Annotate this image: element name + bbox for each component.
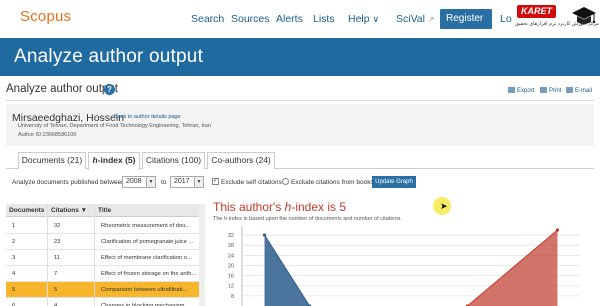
tab-citations[interactable]: Citations (100): [142, 152, 205, 169]
author-affiliation: University of Tehran, Department of Food…: [18, 123, 211, 129]
tab-h-index[interactable]: h-index (5): [88, 152, 140, 170]
y-tick-label: 28: [228, 243, 234, 249]
y-tick-label: 8: [231, 294, 234, 300]
h-index-title-prefix: This author's: [213, 200, 285, 214]
row-citations: 32: [54, 223, 61, 229]
author-id: Author ID:23668586100: [18, 132, 77, 138]
nav-help[interactable]: Help ∨: [348, 13, 379, 25]
row-title[interactable]: Clarification of pomegranate juice ...: [101, 239, 199, 245]
graduation-cap-icon: [572, 7, 596, 24]
back-to-author-link[interactable]: Back to author details page: [114, 114, 181, 120]
print-icon: [540, 87, 547, 93]
row-title[interactable]: Effect of frozen storage on the anth...: [101, 271, 199, 277]
year-from-select[interactable]: 2008 ▼: [122, 176, 156, 188]
exclude-self-label: Exclude self citations: [221, 179, 282, 186]
row-title[interactable]: Comparison between ultrafiltrati...: [101, 287, 199, 293]
page-header-band: Analyze author output: [0, 38, 600, 76]
column-separator: [94, 204, 95, 306]
row-citations: 11: [54, 255, 61, 261]
help-icon[interactable]: ?: [104, 84, 115, 95]
col-citations[interactable]: Citations ▼: [51, 207, 87, 214]
mouse-pointer-icon: ➤: [440, 201, 448, 211]
section-title: Analyze author output: [6, 83, 118, 95]
y-tick-label: 20: [228, 263, 234, 269]
nav-alerts[interactable]: Alerts: [276, 13, 303, 25]
row-document-number: 5: [12, 287, 16, 293]
nav-scival[interactable]: SciVal ↗: [396, 13, 435, 25]
date-range-label: Analyze documents published between:: [12, 179, 127, 186]
year-to-select[interactable]: 2017 ▼: [170, 176, 204, 188]
register-label: Register: [446, 13, 484, 24]
email-link[interactable]: E-mail: [566, 87, 592, 94]
table-row[interactable]: 3 11 Effect of membrane clarification o...: [6, 250, 202, 266]
table-scrollbar[interactable]: [199, 204, 205, 306]
series-1-point: [262, 233, 267, 237]
row-document-number: 1: [12, 223, 16, 229]
dropdown-arrow-icon: ▼: [194, 177, 203, 187]
chevron-down-icon: ∨: [372, 14, 380, 24]
exclude-books-label: Exclude citations from books: [291, 179, 374, 186]
table-row[interactable]: 5 5 Comparison between ultrafiltrati...: [6, 282, 202, 298]
watermark-badge: KARET: [517, 5, 556, 18]
divider: [6, 100, 594, 101]
top-nav: Scopus Search Sources Alerts Lists Help …: [0, 0, 600, 44]
row-citations: 5: [54, 287, 58, 293]
email-icon: [566, 87, 573, 93]
tab-documents[interactable]: Documents (21): [18, 152, 86, 169]
row-document-number: 4: [12, 271, 16, 277]
row-title[interactable]: Effect of membrane clarification o...: [101, 255, 199, 261]
y-tick-label: 24: [228, 253, 234, 259]
row-document-number: 2: [12, 239, 16, 245]
exclude-self-checkbox[interactable]: ✓: [212, 178, 219, 185]
to-label: to: [161, 179, 167, 186]
print-link[interactable]: Print: [540, 87, 561, 94]
col-title[interactable]: Title: [98, 207, 111, 214]
page-title: Analyze author output: [14, 46, 204, 67]
register-button[interactable]: Register ›: [440, 9, 492, 44]
series-2-point: [555, 228, 560, 232]
nav-search[interactable]: Search: [191, 13, 224, 25]
row-title[interactable]: Rheometric measurement of dou...: [101, 223, 199, 229]
tab-co-authors[interactable]: Co-authors (24): [207, 152, 275, 169]
y-tick-label: 12: [228, 284, 234, 290]
table-row[interactable]: 1 32 Rheometric measurement of dou...: [6, 218, 202, 234]
col-documents[interactable]: Documents: [9, 207, 44, 214]
print-label: Print: [549, 88, 562, 94]
documents-table: Documents Citations ▼ Title 1 32 Rheometri…: [6, 204, 202, 306]
export-icon: [508, 87, 515, 93]
exclude-books-checkbox[interactable]: [282, 178, 289, 185]
karet-watermark: KARET مرکز آموزش کاربرد نرم افزارهای تحق…: [507, 2, 600, 36]
row-citations: 7: [54, 271, 58, 277]
year-from-value: 2008: [126, 178, 142, 185]
y-tick-label: 16: [228, 274, 234, 280]
h-index-title-suffix: -index is 5: [291, 200, 347, 214]
nav-scival-label: SciVal: [396, 13, 425, 25]
h-index-chart: 32 28 24 20 16 12 8: [228, 226, 580, 306]
column-separator: [47, 204, 48, 306]
row-document-number: 3: [12, 255, 16, 261]
update-graph-button[interactable]: Update Graph: [372, 176, 416, 188]
year-to-value: 2017: [174, 178, 190, 185]
table-row[interactable]: 6 4 Changes in blocking mechanism...: [6, 298, 202, 306]
export-link[interactable]: Export: [508, 87, 534, 94]
nav-sources[interactable]: Sources: [231, 13, 270, 25]
table-row[interactable]: 2 23 Clarification of pomegranate juice ..…: [6, 234, 202, 250]
external-link-icon: ↗: [427, 15, 435, 24]
table-row[interactable]: 4 7 Effect of frozen storage on the anth..…: [6, 266, 202, 282]
table-header: Documents Citations ▼ Title: [6, 204, 202, 217]
h-index-title: This author's h-index is 5: [213, 200, 346, 214]
y-tick-label: 32: [228, 233, 234, 239]
scopus-logo[interactable]: Scopus: [20, 8, 71, 25]
export-label: Export: [517, 88, 535, 94]
dropdown-arrow-icon: ▼: [146, 177, 155, 187]
nav-help-label: Help: [348, 13, 370, 25]
email-label: E-mail: [575, 88, 593, 94]
row-citations: 23: [54, 239, 61, 245]
nav-lists[interactable]: Lists: [313, 13, 335, 25]
tab-h-index-label: -index (5): [97, 155, 136, 165]
